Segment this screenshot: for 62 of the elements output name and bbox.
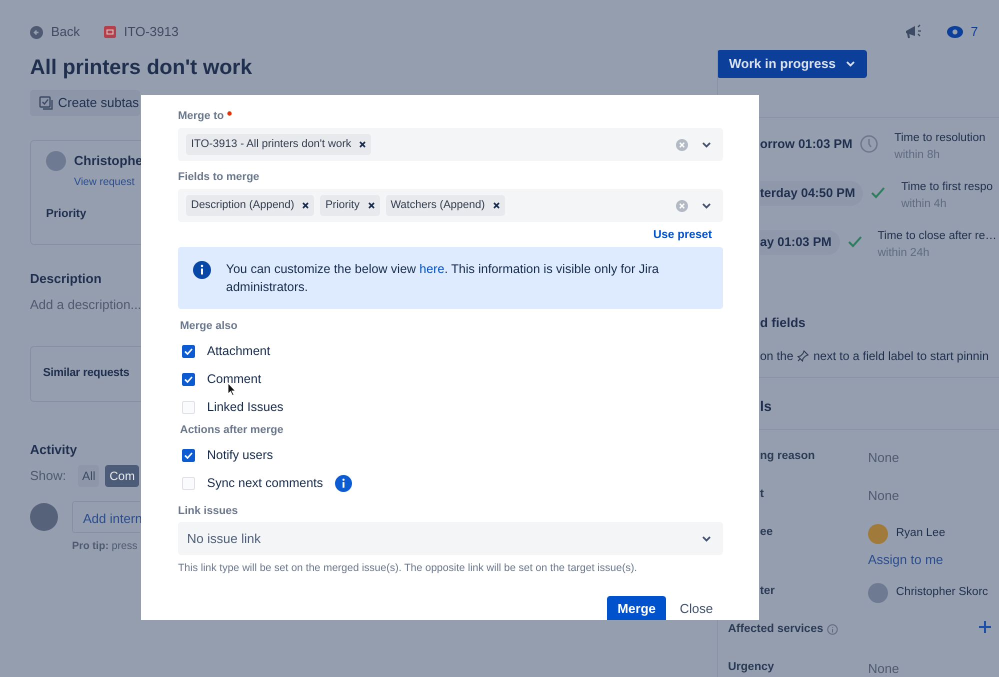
pin-hint-text: on the <box>760 348 794 364</box>
link-type-select[interactable]: No issue link <box>178 522 723 555</box>
checkbox-label[interactable]: Sync next comments <box>207 474 324 492</box>
issue-key[interactable]: ITO-3913 <box>124 22 179 42</box>
filter-tab[interactable]: All <box>78 464 100 486</box>
watcher-count: 7 <box>970 23 978 42</box>
checkbox-label[interactable]: Linked Issues <box>207 398 284 416</box>
fields-select[interactable]: Description (Append) Priority Watchers (Append) <box>178 189 723 222</box>
create-subtask-button[interactable]: Create subtas <box>30 90 140 116</box>
user-name[interactable]: Ryan Lee <box>896 524 946 542</box>
reporter-name[interactable]: Christophe <box>74 151 143 170</box>
field-label: Affected services <box>728 620 868 638</box>
merge-to-select[interactable]: ITO-3913 - All printers don't work <box>178 128 723 161</box>
sla-title: Time to close after re… <box>878 229 997 244</box>
status-button[interactable]: Work in progress <box>718 50 867 78</box>
sla-title: Time to resolution <box>894 131 986 146</box>
field-label: Priority <box>46 207 88 222</box>
field-label: Merge to <box>178 106 232 124</box>
checkbox-label[interactable]: Comment <box>207 370 262 388</box>
checkbox-label[interactable]: Attachment <box>207 342 270 360</box>
user-name[interactable]: Christopher Skorc <box>896 584 988 602</box>
field-label: ee <box>759 524 774 540</box>
field-label: Urgency <box>728 660 776 674</box>
group-label: Actions after merge <box>179 423 284 438</box>
tag-chip: ITO-3913 - All printers don't work <box>186 134 372 155</box>
sla-time: ay 01:03 PM <box>760 230 840 255</box>
view-request-link[interactable]: View request <box>74 174 143 190</box>
tag-chip: Priority <box>320 195 380 216</box>
back-link[interactable]: Back <box>51 22 80 42</box>
sla-time: terday 04:50 PM <box>760 181 864 206</box>
field-label: Fields to merge <box>178 170 260 185</box>
field-label: ng reason <box>759 448 816 464</box>
comment-field[interactable]: Add intern <box>72 500 140 532</box>
sla-time: orrow 01:03 PM <box>760 136 852 153</box>
field-value: None <box>868 488 900 502</box>
filter-tab[interactable]: Com <box>105 464 139 486</box>
section-heading: Activity <box>30 441 77 459</box>
show-label: Show: <box>30 466 66 485</box>
section-heading: Description <box>30 270 102 288</box>
use-preset-link[interactable]: Use preset <box>653 227 712 243</box>
field-label: t <box>759 486 765 502</box>
field-value: None <box>868 660 900 676</box>
group-label: Merge also <box>179 319 238 334</box>
pro-tip-text: Pro tip: press <box>72 538 138 554</box>
tag-chip: Description (Append) <box>186 195 314 216</box>
close-button[interactable]: Close <box>670 596 723 620</box>
section-heading: d fields <box>760 314 807 332</box>
sla-title: Time to first respo <box>901 180 993 195</box>
pin-hint-text: next to a field label to start pinnin <box>813 348 989 364</box>
help-text: This link type will be set on the merged issue(s). The opposite link will be set on the target issue(s). <box>178 561 638 576</box>
issue-title: All printers don't work <box>30 56 252 80</box>
checkbox-label[interactable]: Notify users <box>207 446 273 464</box>
merge-button[interactable]: Merge <box>607 596 666 620</box>
field-label: ter <box>759 584 776 598</box>
info-text: You can customize the below view here. This information is visible only for Jira administrators. <box>226 261 660 296</box>
assign-to-me-link[interactable]: Assign to me <box>868 550 944 569</box>
tag-chip: Watchers (Append) <box>386 195 505 216</box>
field-label: Link issues <box>178 504 239 519</box>
field-value: None <box>868 450 900 464</box>
section-heading: ls <box>760 396 773 416</box>
similar-requests-heading: Similar requests <box>43 366 130 382</box>
here-link[interactable]: here <box>419 262 444 276</box>
